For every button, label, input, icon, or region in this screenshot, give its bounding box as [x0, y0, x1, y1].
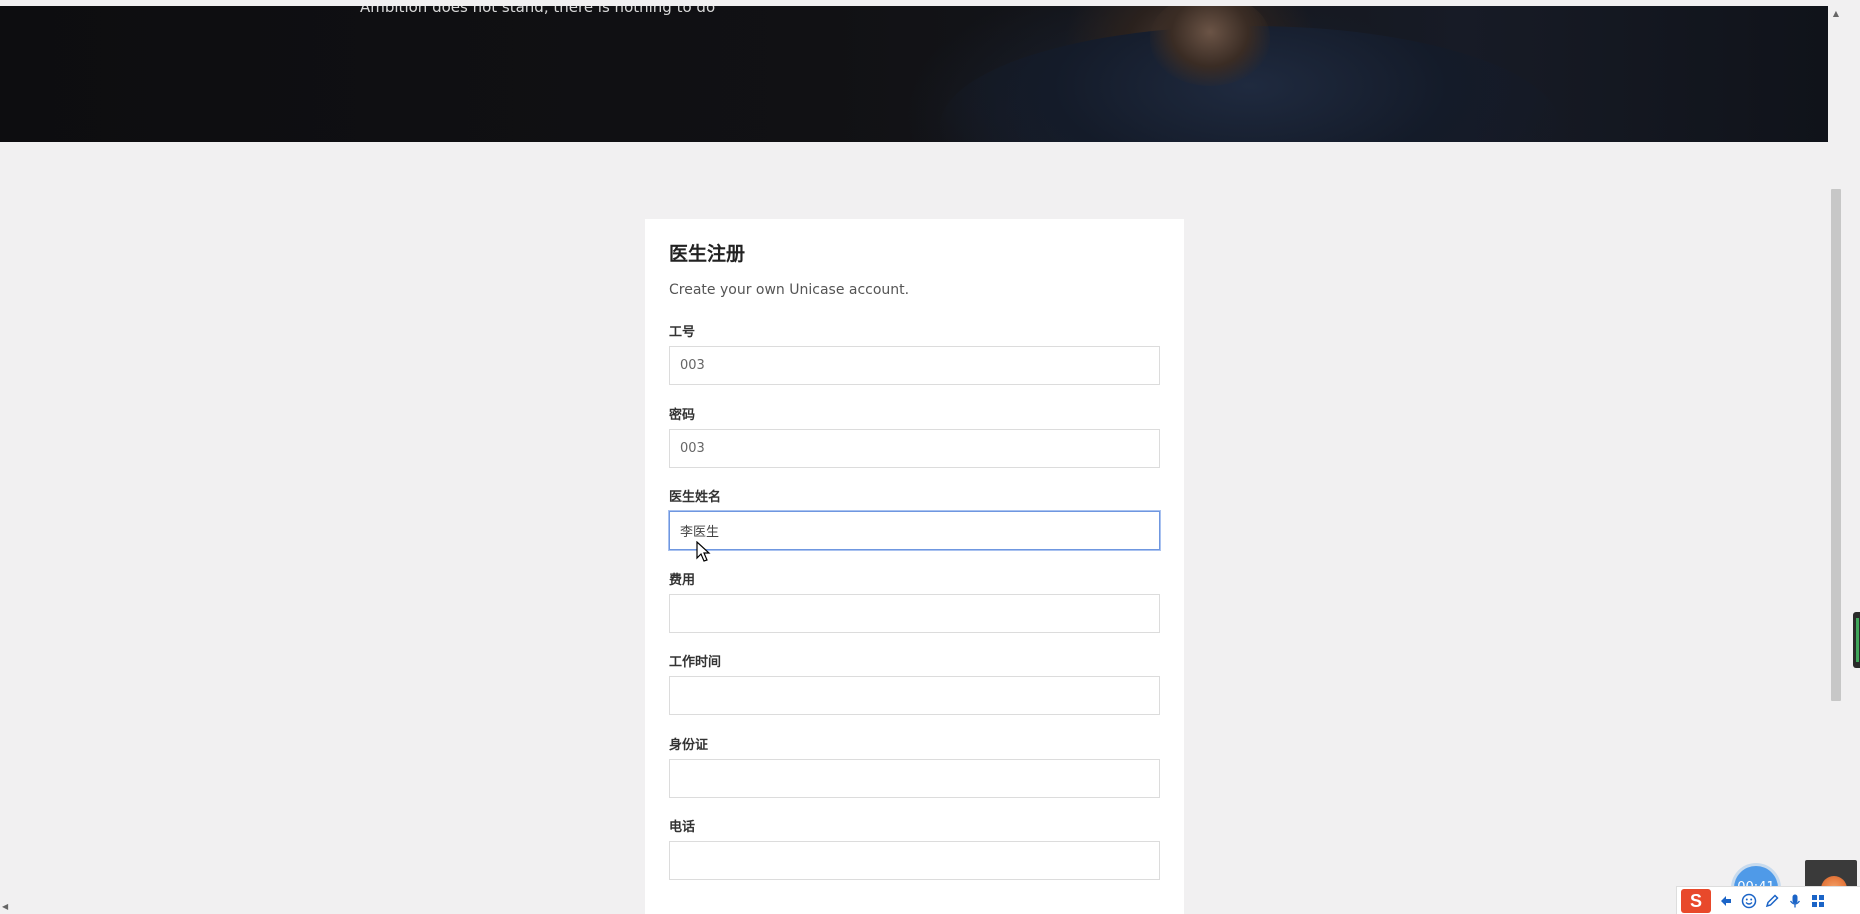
page: Ambition does not stand, there is nothin… — [0, 0, 1860, 914]
mic-icon[interactable] — [1787, 893, 1803, 909]
phone-label: 电话 — [669, 820, 696, 835]
scroll-left-arrow-icon[interactable]: ◀ — [2, 900, 14, 914]
work-time-label: 工作时间 — [669, 655, 722, 670]
sogou-ime-logo[interactable]: S — [1681, 888, 1711, 913]
mouse-cursor-icon — [696, 541, 711, 562]
field-id-card: 身份证 — [669, 736, 1160, 819]
scroll-up-arrow-icon[interactable]: ▲ — [1828, 6, 1844, 22]
grid-icon[interactable] — [1810, 893, 1826, 909]
keyboard-icon[interactable] — [1718, 893, 1734, 909]
scroll-thumb[interactable] — [1831, 189, 1841, 701]
id-card-label: 身份证 — [669, 737, 709, 753]
field-fee: 费用 — [669, 571, 1160, 654]
vertical-scrollbar[interactable]: ▲ — [1828, 6, 1844, 914]
id-card-input[interactable] — [669, 758, 1160, 798]
emoji-icon[interactable] — [1741, 893, 1757, 909]
staff-id-input[interactable] — [669, 346, 1160, 385]
form-title: 医生注册 — [669, 243, 746, 265]
pen-icon[interactable] — [1764, 893, 1780, 909]
field-password: 密码 — [669, 406, 1160, 489]
work-time-input[interactable] — [669, 676, 1160, 715]
form-subtitle: Create your own Unicase account. — [669, 282, 910, 298]
fee-input[interactable] — [669, 593, 1160, 633]
doctor-registration-card: 医生注册 Create your own Unicase account. 工号… — [645, 219, 1184, 914]
phone-input[interactable] — [669, 841, 1160, 880]
field-doctor-name: 医生姓名 — [669, 488, 1160, 571]
field-staff-id: 工号 — [669, 323, 1160, 406]
staff-id-label: 工号 — [669, 325, 696, 340]
fee-label: 费用 — [669, 572, 696, 588]
field-work-time: 工作时间 — [669, 653, 1160, 736]
password-input[interactable] — [669, 428, 1160, 468]
password-label: 密码 — [669, 407, 696, 423]
hero-tagline: Ambition does not stand, there is nothin… — [360, 6, 716, 16]
ime-toolbar: S — [1676, 886, 1860, 914]
doctor-name-label: 医生姓名 — [669, 490, 722, 505]
hero-banner: Ambition does not stand, there is nothin… — [0, 6, 1828, 142]
field-phone: 电话 — [669, 818, 1160, 901]
side-panel-handle[interactable] — [1853, 612, 1860, 668]
doctor-name-input[interactable] — [669, 511, 1160, 550]
